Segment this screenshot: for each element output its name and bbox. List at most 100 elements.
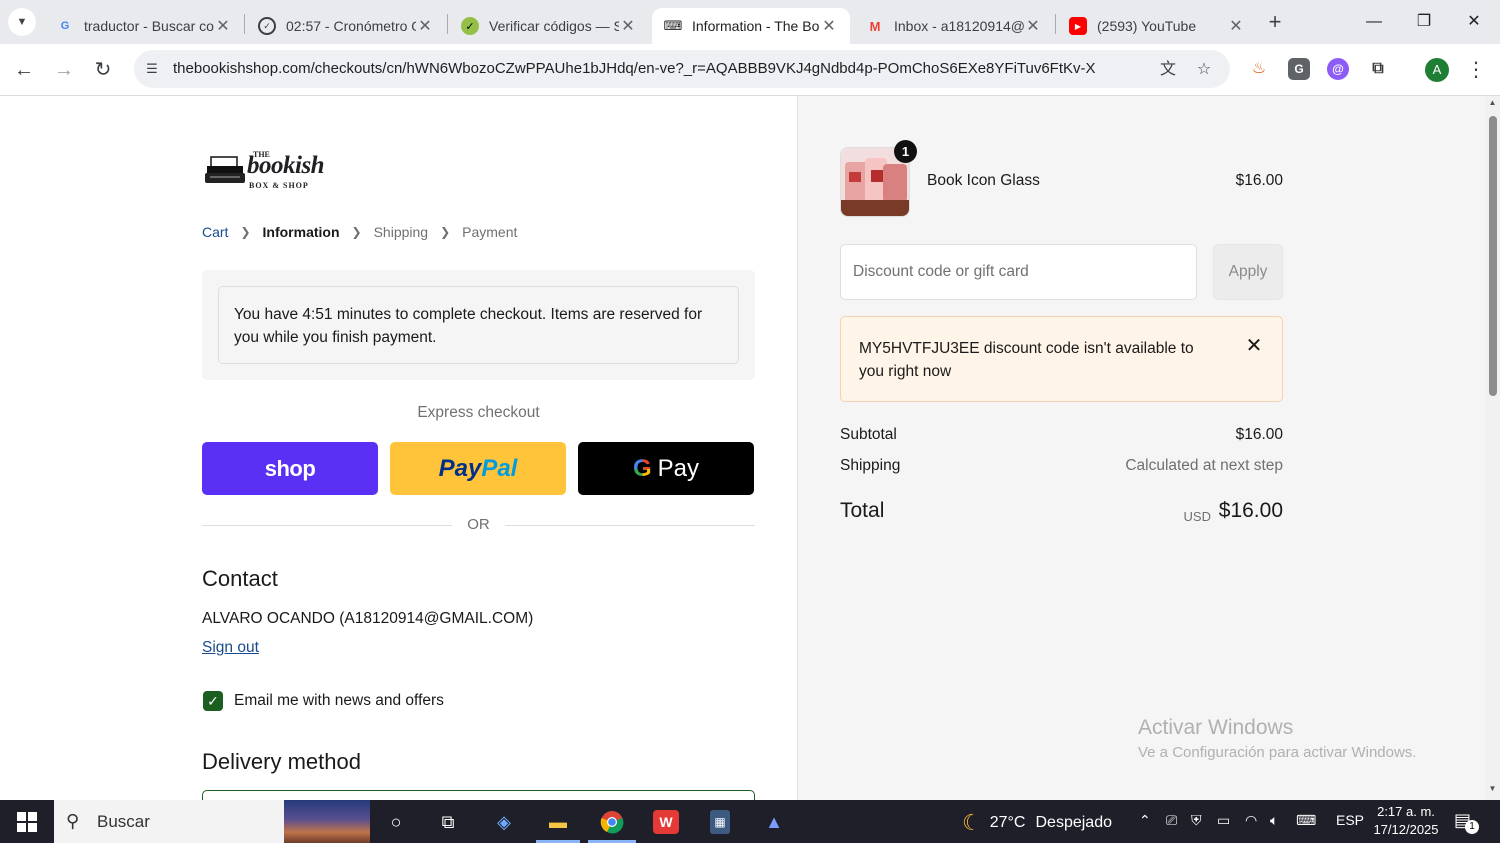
- swirl-extension-icon[interactable]: @: [1327, 58, 1349, 80]
- google-pay-button[interactable]: G Pay: [578, 442, 754, 495]
- apply-label: Apply: [1228, 263, 1268, 280]
- windows-logo-icon: [17, 811, 37, 832]
- close-icon[interactable]: ✕: [820, 16, 838, 36]
- tab-verificar[interactable]: ✓ Verificar códigos — Shopify ✕: [449, 8, 649, 44]
- check-icon: ✓: [461, 17, 479, 35]
- windows-taskbar: ⚲ Buscar ○ ⧉ ◈ ▬ W ▦ ▲ ☾ 27°C Despejado …: [0, 800, 1500, 843]
- breadcrumb-cart[interactable]: Cart: [202, 224, 228, 240]
- notification-count-badge: 1: [1465, 820, 1479, 834]
- or-divider: OR: [202, 514, 755, 536]
- translate-icon[interactable]: 文: [1157, 59, 1179, 81]
- paypal-button[interactable]: Pay Pal: [390, 442, 566, 495]
- taskbar-search[interactable]: ⚲ Buscar: [54, 800, 370, 843]
- meet-now-icon[interactable]: ⎚: [1166, 812, 1177, 829]
- keyboard-icon[interactable]: ⌨: [1296, 812, 1316, 829]
- subtotal-value: $16.00: [1235, 426, 1283, 443]
- calculator-icon[interactable]: ▦: [700, 806, 740, 838]
- shop-pay-label: shop: [264, 455, 316, 481]
- close-icon[interactable]: ✕: [1227, 16, 1245, 36]
- site-info-icon[interactable]: ☰: [142, 59, 162, 79]
- weather-widget[interactable]: ☾ 27°C Despejado: [962, 810, 1112, 836]
- email-opt-in-checkbox[interactable]: ✓: [203, 691, 223, 711]
- minimize-button[interactable]: —: [1354, 8, 1394, 36]
- chevron-up-icon[interactable]: ⌃: [1139, 812, 1151, 829]
- restore-button[interactable]: ❐: [1404, 8, 1444, 36]
- profile-avatar[interactable]: A: [1425, 58, 1449, 82]
- check-clock-icon: ✓: [258, 17, 276, 35]
- tab-youtube[interactable]: ▶ (2593) YouTube ✕: [1057, 8, 1257, 44]
- menu-kebab-icon[interactable]: ⋮: [1462, 56, 1490, 84]
- google-pay-label: Pay: [657, 454, 700, 482]
- close-icon[interactable]: ✕: [619, 16, 637, 36]
- shop-pay-button[interactable]: shop: [202, 442, 378, 495]
- tab-strip: ▼ G traductor - Buscar con Google ✕ ✓ 02…: [0, 0, 1500, 44]
- scrollbar-thumb[interactable]: [1489, 116, 1497, 396]
- wps-office-icon[interactable]: W: [646, 806, 686, 838]
- security-icon[interactable]: ⛨: [1191, 812, 1202, 829]
- arrow-left-icon: ←: [14, 59, 34, 81]
- or-label: OR: [467, 516, 490, 533]
- wifi-icon[interactable]: ◠: [1245, 812, 1257, 829]
- forward-button[interactable]: →: [50, 56, 78, 84]
- bookmark-star-icon[interactable]: ☆: [1193, 59, 1215, 81]
- google-icon: G: [60, 20, 70, 32]
- dismiss-error-button[interactable]: ✕: [1243, 335, 1265, 357]
- photos-icon[interactable]: ▲: [754, 806, 794, 838]
- grammar-extension-icon[interactable]: G: [1288, 58, 1310, 80]
- scroll-down-arrow-icon[interactable]: ▼: [1487, 784, 1498, 794]
- tab-separator: [447, 14, 448, 34]
- cortana-icon[interactable]: ○: [376, 806, 416, 838]
- gmail-icon: M: [869, 18, 881, 34]
- logo-line-2: bookish: [247, 152, 325, 179]
- reservation-timer-message: You have 4:51 minutes to complete checko…: [218, 286, 739, 364]
- discount-error-message: MY5HVTFJU3EE discount code isn't availab…: [859, 340, 1194, 380]
- tab-information[interactable]: ⌨ Information - The Bookish Shop ✕: [652, 8, 850, 44]
- back-button[interactable]: ←: [10, 56, 38, 84]
- product-quantity-badge: 1: [894, 140, 917, 163]
- address-bar[interactable]: ☰ thebookishshop.com/checkouts/cn/hWN6Wb…: [134, 50, 1230, 88]
- shipping-label: Shipping: [840, 457, 901, 474]
- minimize-icon: —: [1366, 13, 1382, 30]
- store-logo[interactable]: THE bookish BOX & SHOP: [205, 148, 325, 192]
- reservation-timer-panel: You have 4:51 minutes to complete checko…: [202, 270, 755, 380]
- chrome-icon[interactable]: [592, 806, 632, 838]
- copilot-icon[interactable]: ◈: [484, 806, 524, 838]
- restore-icon: ❐: [1416, 13, 1432, 30]
- contact-account: ALVARO OCANDO (A18120914@GMAIL.COM): [202, 610, 534, 627]
- close-icon[interactable]: ✕: [416, 16, 434, 36]
- tab-cronometro[interactable]: ✓ 02:57 - Cronómetro Online ✕: [246, 8, 446, 44]
- tab-traductor[interactable]: G traductor - Buscar con Google ✕: [44, 8, 244, 44]
- delivery-option-ship[interactable]: [202, 790, 755, 800]
- system-clock[interactable]: 2:17 a. m. 17/12/2025: [1366, 803, 1446, 839]
- typewriter-icon: ⌨: [663, 18, 683, 33]
- volume-icon[interactable]: 🔈︎: [1270, 812, 1278, 829]
- close-icon[interactable]: ✕: [1024, 16, 1042, 36]
- clock-time: 2:17 a. m.: [1377, 804, 1435, 819]
- new-tab-button[interactable]: +: [1262, 10, 1288, 36]
- tab-search-button[interactable]: ▼: [8, 8, 36, 36]
- url-text[interactable]: thebookishshop.com/checkouts/cn/hWN6Wboz…: [173, 60, 1096, 77]
- apply-discount-button[interactable]: Apply: [1213, 244, 1283, 300]
- close-icon[interactable]: ✕: [214, 16, 232, 36]
- search-icon: ⚲: [66, 811, 80, 831]
- reload-button[interactable]: ↻: [89, 56, 117, 84]
- close-window-button[interactable]: ✕: [1454, 8, 1494, 36]
- discount-code-input[interactable]: [840, 244, 1197, 300]
- sign-out-link[interactable]: Sign out: [202, 639, 259, 657]
- youtube-icon: ▶: [1069, 17, 1087, 35]
- tab-inbox[interactable]: M Inbox - a18120914@gmail.com ✕: [854, 8, 1054, 44]
- extensions-puzzle-icon[interactable]: ⧉: [1367, 58, 1389, 80]
- battery-icon[interactable]: ▭: [1217, 812, 1230, 829]
- scroll-up-arrow-icon[interactable]: ▲: [1487, 98, 1498, 108]
- total-currency: USD: [1183, 509, 1211, 524]
- page-scrollbar[interactable]: ▲ ▼: [1485, 96, 1500, 800]
- notification-center-button[interactable]: ▤ 1: [1454, 810, 1480, 834]
- email-opt-in-label[interactable]: Email me with news and offers: [234, 692, 444, 710]
- total-value: $16.00: [1218, 499, 1283, 522]
- moon-icon: ☾: [962, 810, 982, 835]
- fire-extension-icon[interactable]: ♨: [1248, 58, 1270, 80]
- file-explorer-icon[interactable]: ▬: [538, 806, 578, 838]
- language-indicator[interactable]: ESP: [1336, 812, 1364, 828]
- task-view-icon[interactable]: ⧉: [428, 806, 468, 838]
- start-button[interactable]: [0, 800, 54, 843]
